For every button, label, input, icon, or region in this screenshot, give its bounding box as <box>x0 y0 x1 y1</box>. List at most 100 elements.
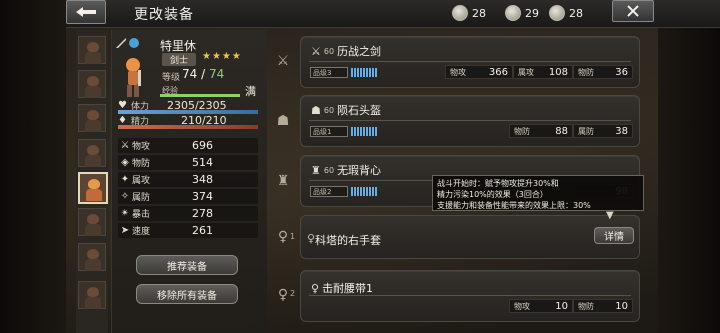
currency-2: 29 <box>505 5 539 21</box>
level-current: 74 <box>182 67 198 81</box>
character-sprite <box>126 58 141 97</box>
weapon-slot-icon: ⚔ <box>276 53 290 69</box>
stat-box: 物防 88 <box>509 124 573 138</box>
portrait-head <box>87 42 99 52</box>
armor-slot-icon: ♜ <box>276 173 290 189</box>
portrait-body <box>85 259 101 271</box>
page-title: 更改装备 <box>134 7 194 23</box>
character-portrait[interactable] <box>78 70 106 98</box>
stat-label: 物攻 <box>450 67 466 77</box>
armor-icon: ♜ <box>311 163 321 177</box>
effect-tooltip: 战斗开始时：赋予物攻提升30%和 精力污染10%的效果（3回合） 支援能力和装备… <box>432 175 644 211</box>
close-button[interactable] <box>612 0 654 22</box>
divider <box>309 61 631 62</box>
recommend-equipment-button[interactable]: 推荐装备 <box>136 255 238 275</box>
stat-row: ⚔ 物攻 696 <box>118 138 258 153</box>
accessory-name: 击耐腰带1 <box>322 282 374 295</box>
level-label: 等级 <box>162 73 181 83</box>
silver-coin-icon <box>452 5 468 21</box>
character-portrait-selected[interactable] <box>78 172 108 204</box>
stat-value: 278 <box>192 207 213 220</box>
portrait-body <box>86 189 102 201</box>
portrait-body <box>85 52 101 64</box>
stat-row: ✴ 暴击 278 <box>118 206 258 221</box>
accessory-name: 科塔的右手套 <box>315 234 381 247</box>
equipment-name-row: ♜ 60 无瑕背心 <box>311 162 381 178</box>
accessory-card-1[interactable]: ♀ 科塔的右手套 <box>300 215 640 259</box>
stat-label: 属防 <box>132 193 151 203</box>
equipment-level: 60 <box>323 46 335 56</box>
stat-value: 374 <box>192 190 213 203</box>
back-button[interactable] <box>66 0 106 24</box>
remove-all-equipment-button[interactable]: 移除所有装备 <box>136 284 238 304</box>
stat-box: 物攻 10 <box>509 299 573 313</box>
character-portrait[interactable] <box>78 139 106 167</box>
character-portrait[interactable] <box>78 281 106 309</box>
equipment-grade: 品级1 <box>310 126 348 137</box>
stat-box: 属防 38 <box>573 124 633 138</box>
portrait-head <box>87 76 99 86</box>
stat-row: ➤ 速度 261 <box>118 223 258 238</box>
slot-number: 1 <box>290 232 296 241</box>
stat-label: 属攻 <box>518 67 534 77</box>
character-portrait[interactable] <box>78 243 106 271</box>
crit-icon: ✴ <box>120 208 130 219</box>
grade-gauge <box>351 127 377 136</box>
rarity-stars: ★★★★ <box>202 51 242 62</box>
character-portrait[interactable] <box>78 208 106 236</box>
stat-label: 物防 <box>132 159 151 169</box>
left-border <box>0 0 66 333</box>
stat-value: 261 <box>192 224 213 237</box>
currency-2-value: 29 <box>525 6 539 20</box>
character-name: 特里休 <box>160 39 197 53</box>
slot-number: 2 <box>290 289 296 298</box>
portrait-head <box>87 145 99 155</box>
equipment-level: 60 <box>323 105 335 115</box>
equipment-grade: 品级3 <box>310 67 348 78</box>
stat-label: 物防 <box>578 67 594 77</box>
portrait-head <box>87 249 99 259</box>
sword-icon: ⚔ <box>120 140 130 151</box>
accessory-card-2[interactable]: ♀ 击耐腰带1 物攻 10 物防 10 <box>300 270 640 322</box>
equipment-name-row: ⚔ 60 历战之剑 <box>311 43 381 59</box>
equipment-card-weapon[interactable]: ⚔ 60 历战之剑 品级3 物攻 366 属攻 108 物防 36 <box>300 36 640 88</box>
stat-box: 属攻 108 <box>513 65 573 79</box>
stat-value: 38 <box>615 125 628 137</box>
stat-value: 348 <box>192 173 213 186</box>
stat-label: 物防 <box>514 126 530 136</box>
equipment-grade: 品级2 <box>310 186 348 197</box>
portrait-body <box>85 297 101 309</box>
stat-label: 属攻 <box>132 176 151 186</box>
back-arrow-icon <box>76 7 96 17</box>
portrait-body <box>85 224 101 236</box>
stat-label: 属防 <box>578 126 594 136</box>
portrait-body <box>85 120 101 132</box>
tooltip-line: 精力污染10%的效果（3回合） <box>437 190 548 199</box>
helmet-slot-icon: ☗ <box>276 113 290 129</box>
grade-gauge <box>351 187 377 196</box>
stat-value: 10 <box>555 300 568 312</box>
portrait-body <box>85 155 101 167</box>
portrait-head <box>87 287 99 297</box>
stat-box: 物防 10 <box>573 299 633 313</box>
portrait-head <box>87 214 99 224</box>
sword-icon: ⚔ <box>311 44 321 58</box>
stat-value: 88 <box>555 125 568 137</box>
equipment-name: 无瑕背心 <box>337 164 382 177</box>
equipment-card-helmet[interactable]: ☗ 60 陨石头盔 品级1 物防 88 属防 38 <box>300 95 640 147</box>
stat-value: 696 <box>192 139 213 152</box>
silver-medal-icon <box>505 5 521 21</box>
equipment-name: 陨石头盔 <box>337 104 382 117</box>
stat-value: 36 <box>615 66 628 78</box>
character-portrait[interactable] <box>78 36 106 64</box>
helmet-icon: ☗ <box>311 103 321 117</box>
detail-button[interactable]: 详情 <box>594 227 634 244</box>
mp-bar <box>118 125 258 129</box>
stat-label: 物防 <box>578 301 594 311</box>
stat-row: ✧ 属防 374 <box>118 189 258 204</box>
divider <box>309 295 631 296</box>
close-icon <box>627 5 639 17</box>
shield-icon: ◈ <box>121 157 129 168</box>
character-portrait[interactable] <box>78 104 106 132</box>
portrait-head <box>87 110 99 120</box>
